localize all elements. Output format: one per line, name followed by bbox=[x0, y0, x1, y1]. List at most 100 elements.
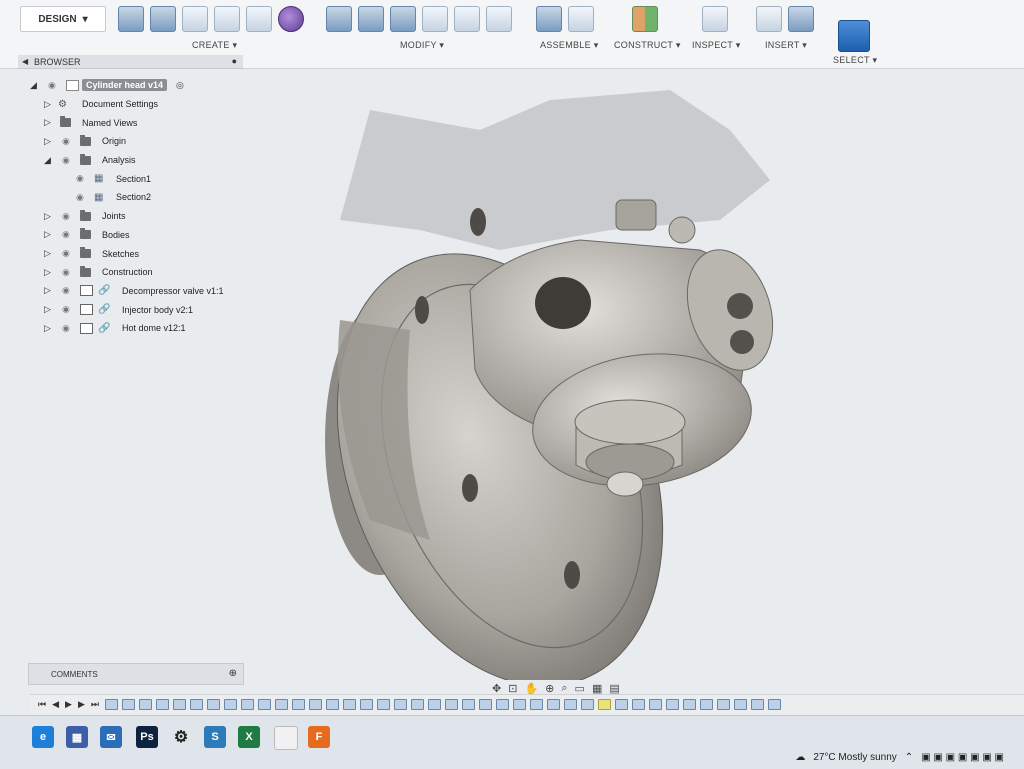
eye-icon[interactable]: ◉ bbox=[62, 267, 70, 278]
tree-item[interactable]: ▷ ◉ 🔗 Decompressor valve v1:1 bbox=[26, 282, 256, 301]
timeline-feature[interactable] bbox=[529, 699, 543, 710]
inspect-menu[interactable]: INSPECT ▾ bbox=[692, 40, 741, 51]
eye-icon[interactable]: ◉ bbox=[62, 211, 70, 222]
photoshop-icon[interactable]: Ps bbox=[136, 726, 158, 748]
tree-root[interactable]: ◢ ◉ Cylinder head v14 ◎ bbox=[26, 76, 256, 95]
expand-icon[interactable]: ◢ bbox=[30, 80, 37, 91]
timeline-feature[interactable] bbox=[291, 699, 305, 710]
expand-icon[interactable]: ▷ bbox=[44, 117, 51, 128]
timeline-start-icon[interactable]: ⏮ bbox=[38, 699, 46, 710]
insert-menu[interactable]: INSERT ▾ bbox=[765, 40, 807, 51]
weather-text[interactable]: 27°C Mostly sunny bbox=[813, 752, 896, 763]
model-viewport[interactable] bbox=[250, 70, 1024, 687]
timeline-feature[interactable] bbox=[665, 699, 679, 710]
modify-menu[interactable]: MODIFY ▾ bbox=[400, 40, 444, 51]
comments-panel[interactable]: COMMENTS ⊕ bbox=[28, 663, 244, 685]
activate-icon[interactable]: ◎ bbox=[176, 80, 184, 91]
eye-icon[interactable]: ◉ bbox=[62, 155, 70, 166]
timeline-feature[interactable] bbox=[767, 699, 781, 710]
timeline-feature[interactable] bbox=[189, 699, 203, 710]
tree-item[interactable]: ▷ ⚙ Document Settings bbox=[26, 95, 256, 114]
cylinder-head-model[interactable] bbox=[250, 70, 1024, 687]
sway-icon[interactable]: S bbox=[204, 726, 226, 748]
select-menu[interactable]: SELECT ▾ bbox=[833, 55, 877, 66]
new-component-icon[interactable] bbox=[536, 6, 562, 32]
timeline-feature[interactable] bbox=[682, 699, 696, 710]
box-icon[interactable] bbox=[150, 6, 176, 32]
timeline-feature[interactable] bbox=[733, 699, 747, 710]
eye-icon[interactable]: ◉ bbox=[62, 229, 70, 240]
timeline-feature[interactable] bbox=[444, 699, 458, 710]
tree-item[interactable]: ▷ Named Views bbox=[26, 113, 256, 132]
timeline-feature[interactable] bbox=[750, 699, 764, 710]
timeline-feature[interactable] bbox=[461, 699, 475, 710]
eye-icon[interactable]: ◉ bbox=[62, 323, 70, 334]
insert-image-icon[interactable] bbox=[788, 6, 814, 32]
select-cursor-icon[interactable] bbox=[838, 20, 870, 52]
extrude-icon[interactable] bbox=[118, 6, 144, 32]
expand-icon[interactable]: ▷ bbox=[44, 323, 51, 334]
timeline-feature[interactable] bbox=[359, 699, 373, 710]
browser-header[interactable]: ◀ BROWSER ● bbox=[18, 55, 243, 69]
sketch-icon[interactable] bbox=[214, 6, 240, 32]
move-icon[interactable] bbox=[454, 6, 480, 32]
timeline-feature[interactable] bbox=[274, 699, 288, 710]
timeline-feature[interactable] bbox=[257, 699, 271, 710]
expand-icon[interactable]: ▷ bbox=[44, 267, 51, 278]
eye-icon[interactable]: ◉ bbox=[62, 304, 70, 315]
timeline-feature[interactable] bbox=[325, 699, 339, 710]
eye-icon[interactable]: ◉ bbox=[48, 80, 56, 91]
tree-item[interactable]: ▷ ◉ Origin bbox=[26, 132, 256, 151]
timeline-feature[interactable] bbox=[546, 699, 560, 710]
timeline-feature[interactable] bbox=[495, 699, 509, 710]
create-menu[interactable]: CREATE ▾ bbox=[192, 40, 237, 51]
timeline-feature[interactable] bbox=[393, 699, 407, 710]
tree-item[interactable]: ▷ ◉ Bodies bbox=[26, 226, 256, 245]
insert-derive-icon[interactable] bbox=[756, 6, 782, 32]
chamfer-icon[interactable] bbox=[390, 6, 416, 32]
timeline-feature[interactable] bbox=[427, 699, 441, 710]
timeline-feature[interactable] bbox=[308, 699, 322, 710]
tree-item[interactable]: ◉ ▦ Section1 bbox=[26, 169, 256, 188]
expand-icon[interactable]: ▷ bbox=[44, 136, 51, 147]
timeline-feature[interactable] bbox=[172, 699, 186, 710]
timeline-feature[interactable] bbox=[121, 699, 135, 710]
eye-icon[interactable]: ◉ bbox=[62, 248, 70, 259]
edge-icon[interactable]: e bbox=[32, 726, 54, 748]
tray-icons[interactable]: ▣ ▣ ▣ ▣ ▣ ▣ ▣ bbox=[921, 752, 1004, 763]
collapse-icon[interactable]: ◀ bbox=[22, 57, 28, 66]
timeline-feature[interactable] bbox=[155, 699, 169, 710]
split-icon[interactable] bbox=[486, 6, 512, 32]
expand-icon[interactable]: ▷ bbox=[44, 248, 51, 259]
shell-icon[interactable] bbox=[422, 6, 448, 32]
eye-icon[interactable]: ◉ bbox=[62, 285, 70, 296]
settings-gear-icon[interactable]: ⚙ bbox=[170, 726, 192, 748]
timeline-feature[interactable] bbox=[631, 699, 645, 710]
mail-icon[interactable]: ✉ bbox=[100, 726, 122, 748]
workspace-switcher[interactable]: DESIGN ▾ bbox=[20, 6, 106, 32]
timeline-feature[interactable] bbox=[716, 699, 730, 710]
assemble-menu[interactable]: ASSEMBLE ▾ bbox=[540, 40, 599, 51]
timeline-feature[interactable] bbox=[376, 699, 390, 710]
fillet-icon[interactable] bbox=[358, 6, 384, 32]
timeline-play-icon[interactable]: ▶ bbox=[65, 699, 72, 710]
timeline-prev-icon[interactable]: ◀ bbox=[52, 699, 59, 710]
offset-plane-icon[interactable] bbox=[632, 6, 658, 32]
timeline-feature[interactable] bbox=[512, 699, 526, 710]
timeline-feature[interactable] bbox=[563, 699, 577, 710]
timeline-feature[interactable] bbox=[580, 699, 594, 710]
expand-icon[interactable]: ▷ bbox=[44, 211, 51, 222]
excel-icon[interactable]: X bbox=[238, 726, 260, 748]
timeline-feature[interactable] bbox=[138, 699, 152, 710]
measure-icon[interactable] bbox=[702, 6, 728, 32]
timeline-feature[interactable] bbox=[699, 699, 713, 710]
timeline-next-icon[interactable]: ▶ bbox=[78, 699, 85, 710]
tree-item[interactable]: ▷ ◉ 🔗 Hot dome v12:1 bbox=[26, 319, 256, 338]
eye-icon[interactable]: ◉ bbox=[62, 136, 70, 147]
tree-item[interactable]: ◉ ▦ Section2 bbox=[26, 188, 256, 207]
timeline-feature[interactable] bbox=[342, 699, 356, 710]
timeline-feature[interactable] bbox=[104, 699, 118, 710]
timeline-feature[interactable] bbox=[478, 699, 492, 710]
timeline-feature-active[interactable] bbox=[597, 699, 611, 710]
timeline-feature[interactable] bbox=[223, 699, 237, 710]
